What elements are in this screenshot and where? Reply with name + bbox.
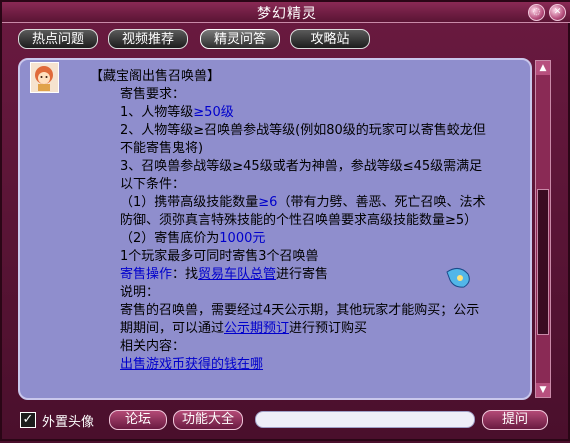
related-link[interactable]: 出售游戏币获得的钱在哪 [120,357,263,372]
related-title: 相关内容： [120,339,186,354]
requirement-1: 1、人物等级≥50级 [90,104,486,122]
tab-guide-site[interactable]: 攻略站 [290,29,370,49]
condition-2-value: 1000元 [219,231,266,246]
question-input[interactable] [255,411,475,428]
scroll-down-icon[interactable]: ▼ [536,383,550,397]
sale-operation: 寄售操作：找贸易车队总管进行寄售 [90,266,486,284]
condition-1-prefix: （1）携带高级技能数量 [120,195,259,210]
minimize-icon[interactable]: ◌ [528,4,545,21]
forum-button[interactable]: 论坛 [109,410,167,430]
tab-video-recommend[interactable]: 视频推荐 [108,29,188,49]
requirements-title: 寄售要求： [120,87,186,102]
sale-operation-suffix: 进行寄售 [276,267,329,282]
tab-sprite-qa[interactable]: 精灵问答 [200,29,280,49]
condition-1: （1）携带高级技能数量≥6（带有力劈、善恶、死亡召唤、法术防御、须弥真言特殊技能… [90,194,486,230]
note-title: 说明： [120,285,160,300]
public-preorder-link[interactable]: 公示期预订 [224,321,289,336]
note-1-suffix: 进行预订购买 [289,321,368,336]
trade-caravan-link[interactable]: 贸易车队总管 [198,267,276,282]
scroll-thumb[interactable] [537,189,549,335]
tab-hot-questions[interactable]: 热点问题 [18,29,98,49]
window-title: 梦幻精灵 [257,6,317,22]
sprite-avatar [30,62,59,93]
ask-button[interactable]: 提问 [482,410,548,430]
sale-limit: 1个玩家最多可同时寄售3个召唤兽 [120,249,319,264]
requirement-2: 2、人物等级≥召唤兽参战等级(例如80级的玩家可以寄售蛟龙但不能寄售鬼将) [120,123,486,156]
requirement-3: 3、召唤兽参战等级≥45级或者为神兽，参战等级≤45级需满足以下条件： [120,159,483,192]
answer-heading: 【藏宝阁出售召唤兽】 [90,69,221,84]
related-link-line: 出售游戏币获得的钱在哪 [90,356,486,374]
sale-operation-label: 寄售操作 [120,267,173,282]
requirement-1-value: ≥50级 [193,105,234,120]
condition-2-prefix: （2）寄售底价为 [120,231,220,246]
scroll-up-icon[interactable]: ▲ [536,61,550,75]
vertical-scrollbar[interactable]: ▲ ▼ [535,60,551,398]
sprite-decoration-icon [444,264,474,294]
functions-button[interactable]: 功能大全 [173,410,243,430]
close-icon[interactable]: ✕ [549,4,566,21]
note-1: 寄售的召唤兽，需要经过4天公示期，其他玩家才能购买；公示期期间，可以通过公示期预… [90,302,486,338]
sale-operation-text: ：找 [172,267,199,282]
requirement-1-prefix: 1、人物等级 [120,105,194,120]
external-avatar-label: 外置头像 [42,415,95,430]
condition-1-value: ≥6 [258,195,278,210]
answer-content: 【藏宝阁出售召唤兽】 寄售要求： 1、人物等级≥50级 2、人物等级≥召唤兽参战… [90,68,486,374]
app-window: 梦幻精灵 ◌ ✕ 热点问题 视频推荐 精灵问答 攻略站 【藏宝阁出售召唤兽】 寄… [0,0,570,441]
external-avatar-checkbox[interactable]: ✓ [20,412,36,428]
condition-2: （2）寄售底价为1000元 [90,230,486,248]
title-bar[interactable]: 梦幻精灵 ◌ ✕ [2,2,570,23]
